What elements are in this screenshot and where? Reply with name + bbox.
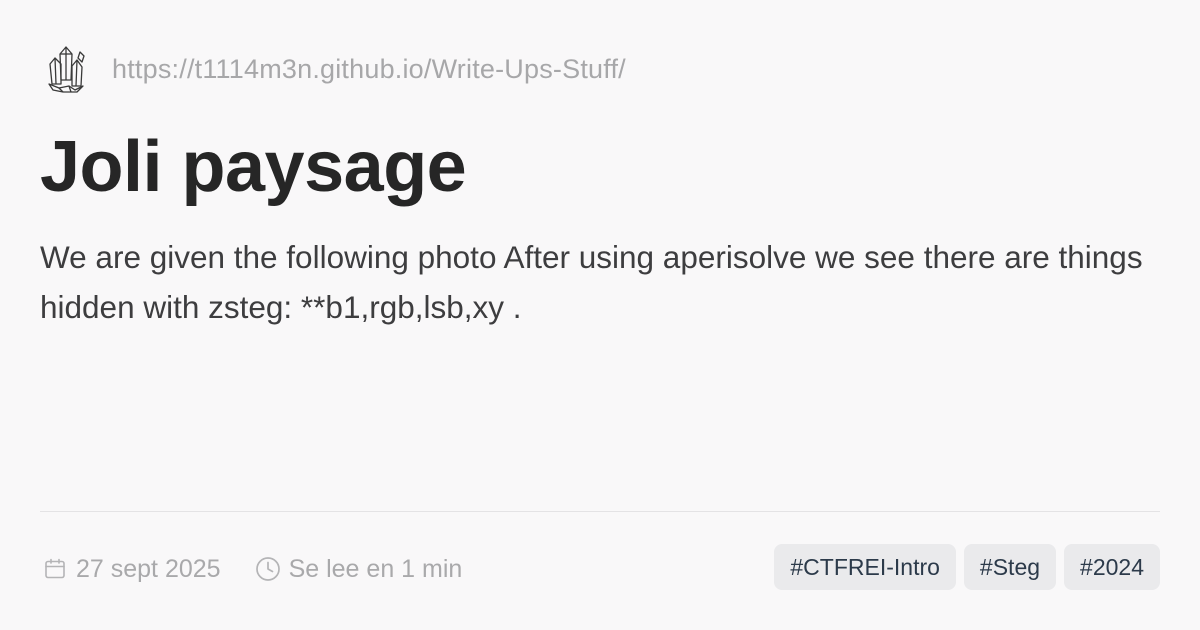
post-date: 27 sept 2025 <box>42 555 221 584</box>
tag-list: #CTFREI-Intro #Steg #2024 <box>774 544 1160 590</box>
calendar-icon <box>42 556 68 582</box>
reading-time-text: Se lee en 1 min <box>288 554 463 583</box>
site-header[interactable]: https://t1114m3n.github.io/Write-Ups-Stu… <box>46 42 626 96</box>
tag-ctfrei-intro[interactable]: #CTFREI-Intro <box>774 544 956 590</box>
post-excerpt: We are given the following photo After u… <box>40 239 1143 325</box>
reading-time: Se lee en 1 min <box>255 554 463 584</box>
crystal-cluster-icon <box>46 43 86 95</box>
tag-steg[interactable]: #Steg <box>963 544 1057 590</box>
site-url[interactable]: https://t1114m3n.github.io/Write-Ups-Stu… <box>112 54 626 85</box>
post-meta: 27 sept 2025 Se lee en 1 min <box>42 548 462 590</box>
post-date-text: 27 sept 2025 <box>76 554 221 583</box>
clock-icon <box>255 556 281 582</box>
page-title: Joli paysage <box>40 127 467 207</box>
tag-2024[interactable]: #2024 <box>1064 544 1160 590</box>
social-card: https://t1114m3n.github.io/Write-Ups-Stu… <box>0 0 1200 630</box>
divider <box>40 511 1160 512</box>
